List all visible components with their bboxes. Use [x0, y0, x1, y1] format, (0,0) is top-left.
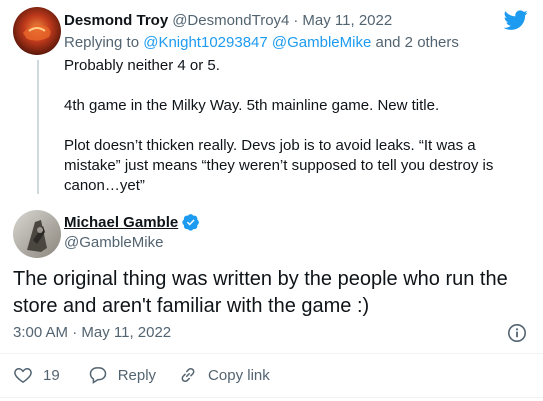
avatar-desmond[interactable]: [13, 7, 61, 55]
reply-display-name[interactable]: Desmond Troy: [64, 12, 168, 29]
heart-icon: [14, 367, 32, 383]
reply-handle[interactable]: @DesmondTroy4: [172, 12, 289, 29]
replying-prefix: Replying to: [64, 34, 140, 51]
main-timestamp[interactable]: 3:00 AM · May 11, 2022: [13, 323, 171, 343]
main-tweet-text: The original thing was written by the pe…: [13, 268, 508, 317]
reply-header: Desmond Troy @DesmondTroy4 · May 11, 202…: [64, 10, 392, 30]
reply-paragraph-2: 4th game in the Milky Way. 5th mainline …: [64, 97, 440, 114]
main-header: Michael Gamble: [64, 212, 200, 232]
info-icon[interactable]: [507, 323, 527, 343]
like-count: 19: [43, 366, 60, 384]
reply-paragraph-3: Plot doesn’t thicken really. Devs job is…: [64, 137, 498, 194]
replying-handles[interactable]: @Knight10293847 @GambleMike: [143, 34, 371, 51]
thread-line: [37, 60, 39, 194]
reply-icon: [89, 367, 106, 384]
reply-body: Probably neither 4 or 5. 4th game in the…: [64, 56, 519, 196]
link-icon: [181, 367, 195, 383]
reply-separator: ·: [293, 11, 299, 29]
reply-date[interactable]: May 11, 2022: [302, 12, 392, 29]
avatar-desmond-image: [13, 7, 61, 55]
replying-to: Replying to @Knight10293847 @GambleMike …: [64, 33, 459, 53]
copy-link-label: Copy link: [208, 366, 270, 384]
reply-label: Reply: [117, 366, 157, 384]
avatar-michael-image: [13, 210, 61, 258]
like-button[interactable]: 19: [13, 365, 60, 385]
reply-paragraph-1: Probably neither 4 or 5.: [64, 57, 220, 74]
replying-suffix[interactable]: and 2 others: [375, 34, 458, 51]
twitter-bird-icon[interactable]: [503, 8, 528, 32]
bottom-divider: [0, 397, 543, 398]
avatar-michael[interactable]: [13, 210, 61, 258]
main-handle[interactable]: @GambleMike: [64, 233, 163, 253]
reply-button[interactable]: Reply: [88, 365, 156, 385]
main-display-name[interactable]: Michael Gamble: [64, 214, 178, 231]
divider: [0, 353, 543, 354]
copy-link-button[interactable]: Copy link: [178, 365, 270, 385]
verified-badge-icon: [182, 213, 200, 231]
actions-bar: 19 Reply Copy link: [13, 364, 270, 386]
